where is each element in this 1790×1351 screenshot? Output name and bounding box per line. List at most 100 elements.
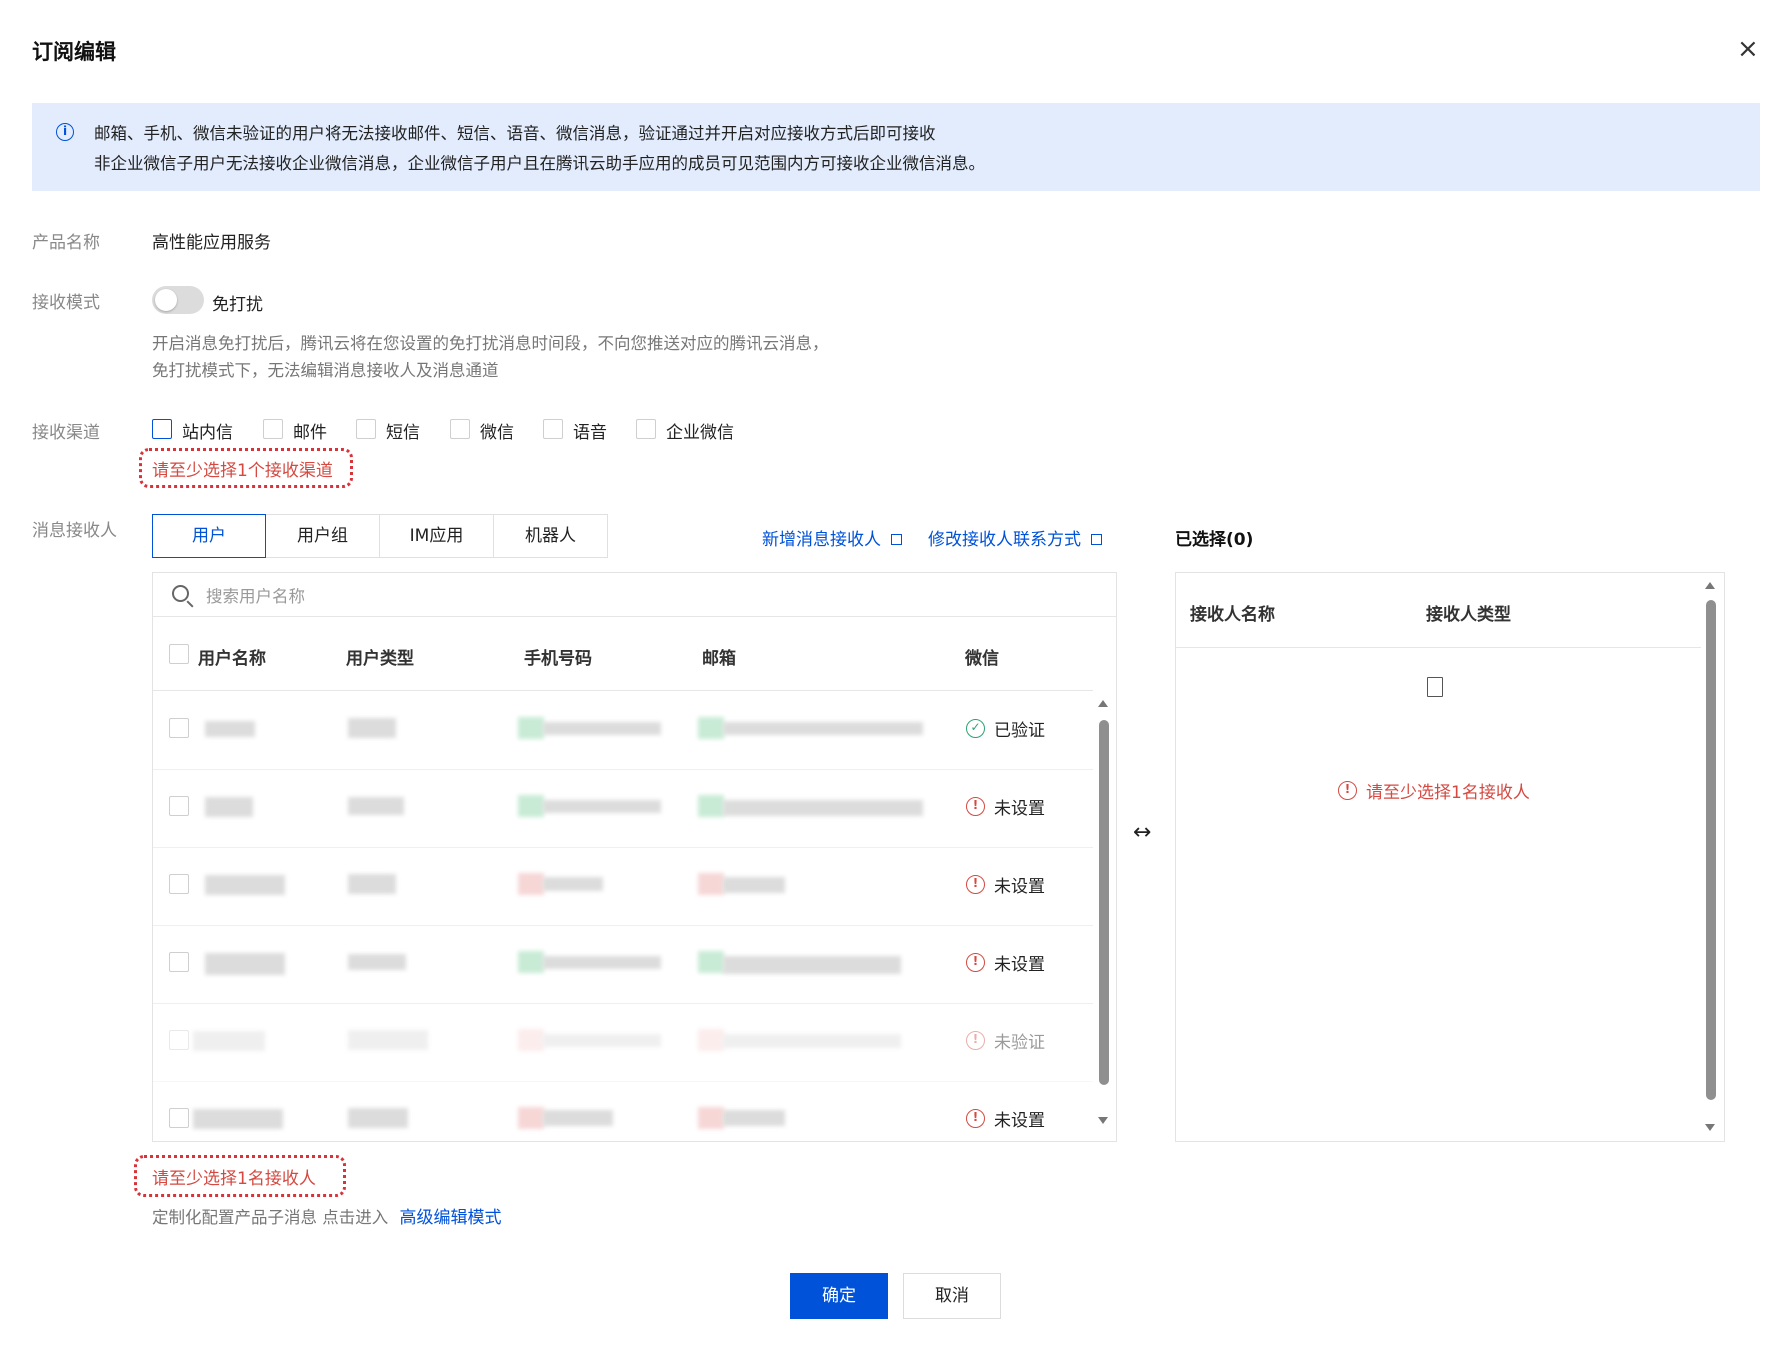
mode-hint-1: 开启消息免打扰后，腾讯云将在您设置的免打扰消息时间段，不向您推送对应的腾讯云消息… bbox=[152, 334, 829, 353]
search-input[interactable]: 搜索用户名称 bbox=[206, 583, 305, 607]
select-all-checkbox[interactable] bbox=[169, 644, 189, 664]
channel-checkbox-email[interactable] bbox=[263, 419, 283, 439]
channel-option-sms: 短信 bbox=[386, 423, 420, 443]
user-type-redacted bbox=[348, 874, 396, 894]
user-name-redacted bbox=[205, 797, 253, 817]
row-checkbox[interactable] bbox=[169, 1108, 189, 1128]
channel-option-wechat: 微信 bbox=[480, 423, 514, 443]
modify-contact-link[interactable]: 修改接收人联系方式 bbox=[928, 525, 1102, 550]
channel-option-email: 邮件 bbox=[293, 423, 327, 443]
info-icon: i bbox=[56, 123, 74, 141]
col-email: 邮箱 bbox=[702, 649, 736, 669]
phone-redacted bbox=[543, 877, 603, 891]
row-checkbox[interactable] bbox=[169, 796, 189, 816]
phone-redacted bbox=[543, 722, 661, 735]
col-user-type: 用户类型 bbox=[346, 649, 414, 669]
col-recipient-type: 接收人类型 bbox=[1426, 605, 1511, 625]
confirm-button[interactable]: 确定 bbox=[790, 1273, 888, 1319]
wechat-status-text: 未设置 bbox=[994, 955, 1045, 975]
empty-file-icon bbox=[1427, 677, 1443, 697]
transfer-arrow-icon: ↔ bbox=[1133, 820, 1152, 845]
add-recipient-label: 新增消息接收人 bbox=[762, 530, 881, 550]
user-name-redacted bbox=[193, 1109, 283, 1129]
user-table-body: ✓ 已验证 ! 未设置 ! 未设置 ! 未设置 ! 未验证 ! 未设置 bbox=[153, 691, 1093, 1141]
table-row[interactable]: ! 未设置 bbox=[153, 847, 1093, 926]
product-value: 高性能应用服务 bbox=[152, 233, 271, 253]
phone-redacted bbox=[543, 956, 661, 969]
phone-redacted bbox=[518, 1029, 544, 1051]
channel-checkbox-wechat[interactable] bbox=[450, 419, 470, 439]
table-row[interactable]: ✓ 已验证 bbox=[153, 691, 1093, 770]
channel-checkbox-voice[interactable] bbox=[543, 419, 563, 439]
table-row[interactable]: ! 未设置 bbox=[153, 769, 1093, 848]
divider bbox=[153, 616, 1116, 617]
channel-checkbox-inbox[interactable] bbox=[152, 419, 172, 439]
scroll-down-arrow[interactable] bbox=[1705, 1124, 1715, 1131]
selected-empty-error: ! 请至少选择1名接收人 bbox=[1338, 778, 1530, 803]
wechat-status: ! 未设置 bbox=[966, 950, 1045, 975]
email-redacted bbox=[723, 956, 901, 974]
tab-robot[interactable]: 机器人 bbox=[494, 514, 608, 558]
wechat-status: ! 未设置 bbox=[966, 1106, 1045, 1131]
wechat-status: ! 未设置 bbox=[966, 872, 1045, 897]
scroll-up-arrow[interactable] bbox=[1705, 582, 1715, 589]
channel-label: 接收渠道 bbox=[32, 423, 100, 443]
mode-hint-2: 免打扰模式下，无法编辑消息接收人及消息通道 bbox=[152, 361, 499, 380]
cancel-button[interactable]: 取消 bbox=[903, 1273, 1001, 1319]
phone-redacted bbox=[518, 717, 544, 739]
alert-circle-icon: ! bbox=[966, 1109, 985, 1128]
add-recipient-link[interactable]: 新增消息接收人 bbox=[762, 525, 902, 550]
email-redacted bbox=[698, 1029, 724, 1051]
channel-option-voice: 语音 bbox=[573, 423, 607, 443]
check-circle-icon: ✓ bbox=[966, 719, 985, 738]
row-checkbox[interactable] bbox=[169, 1030, 189, 1050]
tab-user[interactable]: 用户 bbox=[152, 514, 266, 558]
row-checkbox[interactable] bbox=[169, 952, 189, 972]
scrollbar-thumb[interactable] bbox=[1099, 720, 1109, 1085]
row-checkbox[interactable] bbox=[169, 718, 189, 738]
notice-banner: i 邮箱、手机、微信未验证的用户将无法接收邮件、短信、语音、微信消息，验证通过并… bbox=[32, 103, 1760, 191]
notice-line-1: 邮箱、手机、微信未验证的用户将无法接收邮件、短信、语音、微信消息，验证通过并开启… bbox=[94, 124, 936, 143]
alert-circle-icon: ! bbox=[966, 797, 985, 816]
external-link-icon bbox=[1091, 534, 1102, 545]
divider bbox=[1176, 647, 1701, 648]
advanced-mode-link[interactable]: 高级编辑模式 bbox=[400, 1208, 502, 1228]
channel-checkbox-sms[interactable] bbox=[356, 419, 376, 439]
dnd-toggle-label: 免打扰 bbox=[212, 295, 263, 315]
email-redacted bbox=[698, 873, 724, 895]
user-type-redacted bbox=[348, 718, 396, 738]
phone-redacted bbox=[543, 1034, 661, 1047]
channel-option-inbox: 站内信 bbox=[182, 423, 233, 443]
scroll-down-arrow[interactable] bbox=[1098, 1117, 1108, 1124]
table-row[interactable]: ! 未设置 bbox=[153, 1081, 1093, 1141]
email-redacted bbox=[698, 1107, 724, 1129]
email-redacted bbox=[723, 877, 785, 893]
user-name-redacted bbox=[193, 1031, 265, 1051]
row-checkbox[interactable] bbox=[169, 874, 189, 894]
scrollbar-thumb[interactable] bbox=[1706, 600, 1716, 1100]
tab-im-app[interactable]: IM应用 bbox=[380, 514, 494, 558]
search-icon bbox=[172, 585, 189, 602]
scroll-up-arrow[interactable] bbox=[1098, 700, 1108, 707]
dnd-toggle[interactable] bbox=[152, 286, 204, 314]
selected-title: 已选择(0) bbox=[1175, 530, 1254, 550]
table-row[interactable]: ! 未设置 bbox=[153, 925, 1093, 1004]
channel-checkbox-wecom[interactable] bbox=[636, 419, 656, 439]
col-recipient-name: 接收人名称 bbox=[1190, 605, 1275, 625]
user-type-redacted bbox=[348, 954, 406, 970]
tab-user-group[interactable]: 用户组 bbox=[266, 514, 380, 558]
email-redacted bbox=[723, 1034, 901, 1048]
user-type-redacted bbox=[348, 1030, 428, 1050]
user-name-redacted bbox=[205, 953, 285, 975]
phone-redacted bbox=[518, 951, 544, 973]
advanced-mode-hint: 定制化配置产品子消息 点击进入 高级编辑模式 bbox=[152, 1203, 502, 1228]
alert-circle-icon: ! bbox=[966, 875, 985, 894]
close-icon[interactable]: × bbox=[1737, 36, 1759, 62]
user-name-redacted bbox=[205, 721, 255, 737]
channel-option-wecom: 企业微信 bbox=[666, 423, 734, 443]
dialog-title: 订阅编辑 bbox=[32, 40, 116, 64]
wechat-status: ! 未设置 bbox=[966, 794, 1045, 819]
col-phone: 手机号码 bbox=[524, 649, 592, 669]
user-type-redacted bbox=[348, 797, 404, 815]
table-row[interactable]: ! 未验证 bbox=[153, 1003, 1093, 1082]
